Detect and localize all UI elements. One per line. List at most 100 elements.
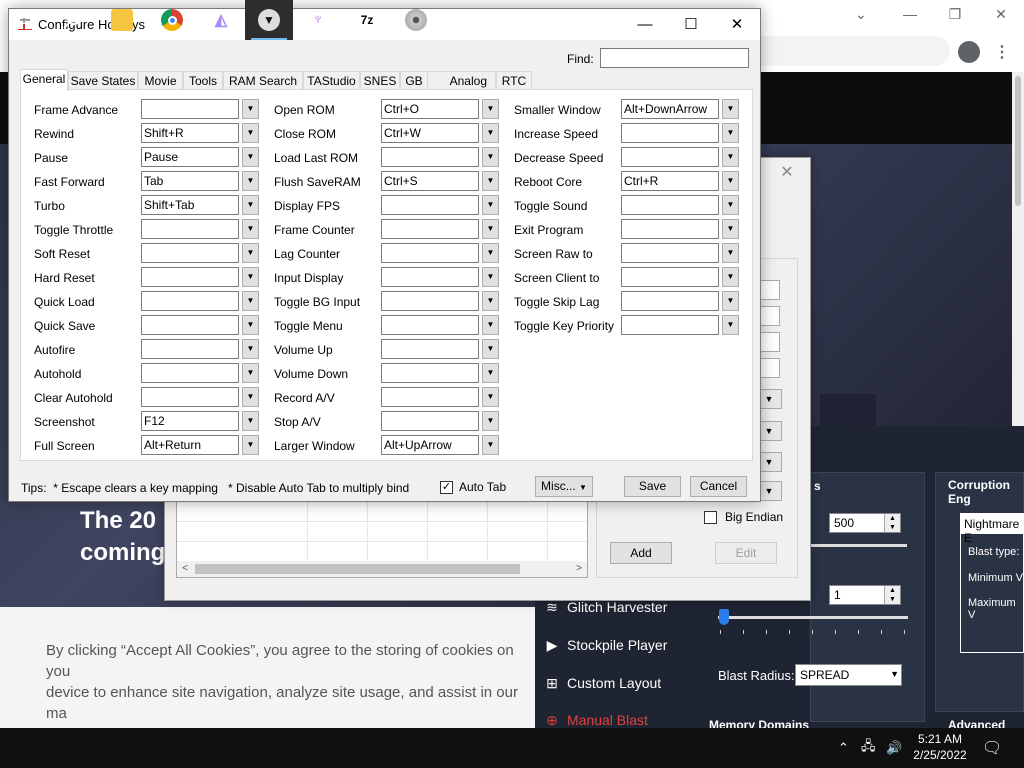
hotkey-input-toggle-menu[interactable] (381, 315, 479, 335)
scroll-right-icon[interactable]: > (571, 561, 587, 577)
hotkey-input-screen-raw-to[interactable] (621, 243, 719, 263)
chevron-down-icon[interactable]: ▼ (242, 387, 259, 407)
chevron-down-icon[interactable]: ▼ (722, 243, 739, 263)
hotkey-input-frame-counter[interactable] (381, 219, 479, 239)
tab-general[interactable]: General (20, 69, 68, 91)
spinner-arrows-icon[interactable]: ▲ ▼ (884, 514, 900, 532)
browser-minimize-button[interactable]: — (895, 6, 925, 24)
chevron-down-icon[interactable]: ▼ (482, 267, 499, 287)
chevron-down-icon[interactable]: ▼ (722, 315, 739, 335)
hotkey-input-autofire[interactable] (141, 339, 239, 359)
big-endian-checkbox[interactable]: Big Endian (704, 510, 783, 524)
hotkey-input-reboot-core[interactable]: Ctrl+R (621, 171, 719, 191)
hotkey-input-toggle-sound[interactable] (621, 195, 719, 215)
hotkey-input-fast-forward[interactable]: Tab (141, 171, 239, 191)
chevron-down-icon[interactable]: ▼ (482, 363, 499, 383)
hotkey-input-clear-autohold[interactable] (141, 387, 239, 407)
hotkey-input-smaller-window[interactable]: Alt+DownArrow (621, 99, 719, 119)
hotkey-input-soft-reset[interactable] (141, 243, 239, 263)
chevron-down-icon[interactable]: ▼ (482, 411, 499, 431)
cancel-button[interactable]: Cancel (690, 476, 747, 497)
chevron-down-icon[interactable]: ▼ (482, 123, 499, 143)
scrollbar-thumb[interactable] (195, 564, 520, 574)
search-button[interactable] (48, 0, 96, 40)
tab-analog[interactable]: Analog (428, 71, 496, 90)
chevron-down-icon[interactable]: ▼ (482, 339, 499, 359)
taskbar-app-demon[interactable]: ♆ (294, 0, 342, 40)
system-clock[interactable]: 5:21 AM 2/25/2022 (905, 731, 975, 763)
hotkey-input-lag-counter[interactable] (381, 243, 479, 263)
tab-save-states[interactable]: Save States (68, 71, 138, 90)
chevron-down-icon[interactable]: ▼ (482, 147, 499, 167)
chevron-down-icon[interactable]: ▼ (722, 99, 739, 119)
chevron-down-icon[interactable]: ▼ (722, 123, 739, 143)
close-icon[interactable]: ✕ (775, 162, 799, 182)
hotkey-input-display-fps[interactable] (381, 195, 479, 215)
edit-button[interactable]: Edit (715, 542, 777, 564)
scroll-left-icon[interactable]: < (177, 561, 193, 577)
chevron-down-icon[interactable]: ▼ (242, 219, 259, 239)
chevron-down-icon[interactable]: ▼ (242, 195, 259, 215)
hotkey-input-pause[interactable]: Pause (141, 147, 239, 167)
notification-icon[interactable]: 🗨 (982, 728, 1002, 768)
chevron-down-icon[interactable]: ▼ (482, 243, 499, 263)
hotkey-input-rewind[interactable]: Shift+R (141, 123, 239, 143)
hotkey-input-stop-a-v[interactable] (381, 411, 479, 431)
hotkey-input-load-last-rom[interactable] (381, 147, 479, 167)
chevron-down-icon[interactable]: ▼ (722, 267, 739, 287)
auto-tab-checkbox[interactable]: ✓ Auto Tab (440, 480, 506, 494)
chevron-down-icon[interactable]: ▼ (242, 411, 259, 431)
chevron-down-icon[interactable]: ▼ (722, 219, 739, 239)
chevron-down-icon[interactable]: ▼ (242, 315, 259, 335)
chevron-down-icon[interactable]: ▼ (482, 435, 499, 455)
sidebar-item-custom-layout[interactable]: ⊞ Custom Layout (545, 671, 661, 695)
browser-close-button[interactable]: ✕ (986, 6, 1016, 24)
checkbox-box[interactable] (704, 510, 717, 524)
hotkey-input-toggle-key-priority[interactable] (621, 315, 719, 335)
hotkey-input-toggle-bg-input[interactable] (381, 291, 479, 311)
hotkey-input-larger-window[interactable]: Alt+UpArrow (381, 435, 479, 455)
chevron-down-icon[interactable]: ▼ (722, 195, 739, 215)
hotkey-input-autohold[interactable] (141, 363, 239, 383)
taskbar-app-vanguard[interactable]: ▼ (245, 0, 293, 40)
close-icon[interactable]: ✕ (714, 9, 760, 40)
save-button[interactable]: Save (624, 476, 681, 497)
tab-movie[interactable]: Movie (138, 71, 183, 90)
browser-address-bar[interactable] (760, 36, 950, 66)
hotkey-input-quick-load[interactable] (141, 291, 239, 311)
chevron-down-icon[interactable]: ▼ (722, 147, 739, 167)
chevron-down-icon[interactable]: ▼ (242, 147, 259, 167)
taskbar-chrome[interactable] (148, 0, 196, 40)
maximize-icon[interactable]: ☐ (668, 9, 714, 40)
tab-ram-search[interactable]: RAM Search (223, 71, 303, 90)
browser-menu-icon[interactable]: ⋮ (994, 42, 1010, 62)
hotkey-input-toggle-skip-lag[interactable] (621, 291, 719, 311)
chevron-down-icon[interactable]: ▼ (242, 435, 259, 455)
chevron-down-icon[interactable]: ▼ (242, 363, 259, 383)
hotkey-input-hard-reset[interactable] (141, 267, 239, 287)
taskbar-disc[interactable] (392, 0, 440, 40)
hotkey-input-screen-client-to[interactable] (621, 267, 719, 287)
sidebar-item-stockpile-player[interactable]: ▶ Stockpile Player (545, 633, 668, 657)
chevron-down-icon[interactable]: ▼ (482, 99, 499, 119)
chevron-down-icon[interactable]: ▼ (722, 291, 739, 311)
tab-rtc[interactable]: RTC (496, 71, 532, 90)
intensity-spinner[interactable]: 500 ▲ ▼ (829, 513, 901, 533)
chevron-down-icon[interactable]: ▼ (722, 171, 739, 191)
volume-icon[interactable]: 🔊 (886, 728, 902, 768)
chevron-down-icon[interactable]: ▼ (482, 291, 499, 311)
tab-tastudio[interactable]: TAStudio (303, 71, 360, 90)
tab-tools[interactable]: Tools (183, 71, 223, 90)
error-delay-slider[interactable] (718, 616, 908, 619)
grid-horizontal-scrollbar[interactable]: < > (177, 561, 587, 577)
engine-select[interactable]: Nightmare E (961, 514, 1024, 545)
misc-button[interactable]: Misc... ▼ (535, 476, 593, 497)
hotkey-input-increase-speed[interactable] (621, 123, 719, 143)
chevron-down-icon[interactable]: ▼ (242, 243, 259, 263)
hotkey-input-exit-program[interactable] (621, 219, 719, 239)
hotkey-input-frame-advance[interactable] (141, 99, 239, 119)
chevron-down-icon[interactable]: ▼ (242, 267, 259, 287)
hotkey-input-record-a-v[interactable] (381, 387, 479, 407)
hotkey-input-screenshot[interactable]: F12 (141, 411, 239, 431)
intensity-slider[interactable] (810, 544, 907, 547)
